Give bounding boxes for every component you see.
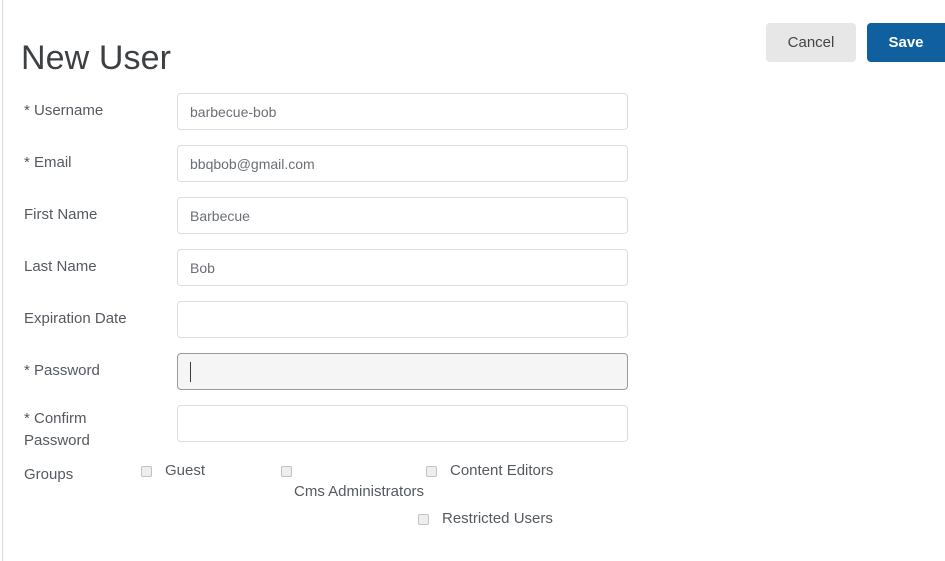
groups-label: Groups (24, 466, 74, 483)
form-row-email: * Email (0, 140, 945, 192)
group-label-restricted-users: Restricted Users (442, 510, 553, 527)
form-row-confirm-password: * Confirm Password (0, 400, 945, 452)
checkbox-restricted-users[interactable] (418, 514, 429, 525)
email-label: * Email (24, 154, 72, 171)
text-caret (190, 362, 191, 382)
username-label: * Username (24, 102, 104, 119)
form-row-username: * Username (0, 88, 945, 140)
cancel-button[interactable]: Cancel (766, 23, 856, 62)
groups-row: Groups Guest Cms Administrators Content … (0, 456, 945, 546)
checkbox-guest[interactable] (141, 466, 152, 477)
group-item-cms-administrators[interactable]: Cms Administrators (281, 456, 426, 504)
checkbox-content-editors[interactable] (426, 466, 437, 477)
form-row-expiration-date: Expiration Date (0, 296, 945, 348)
group-label-content-editors: Content Editors (450, 462, 554, 479)
group-item-guest[interactable]: Guest (141, 456, 281, 483)
email-input[interactable] (177, 145, 628, 182)
expiration-date-label: Expiration Date (24, 310, 127, 327)
action-bar: Cancel Save (766, 23, 945, 62)
new-user-form: * Username * Email First Name Last Name … (0, 88, 945, 546)
expiration-date-input[interactable] (177, 301, 628, 338)
first-name-label: First Name (24, 206, 98, 223)
group-item-content-editors[interactable]: Content Editors (426, 456, 571, 483)
last-name-input[interactable] (177, 249, 628, 286)
group-item-restricted-users[interactable]: Restricted Users (418, 504, 563, 531)
form-row-first-name: First Name (0, 192, 945, 244)
group-label-guest: Guest (165, 462, 206, 479)
groups-checkbox-list: Guest Cms Administrators Content Editors… (137, 456, 637, 531)
password-label: * Password (24, 362, 100, 379)
username-input[interactable] (177, 93, 628, 130)
page-title: New User (21, 38, 172, 77)
first-name-input[interactable] (177, 197, 628, 234)
form-row-last-name: Last Name (0, 244, 945, 296)
form-row-password: * Password (0, 348, 945, 400)
new-user-page: New User Cancel Save * Username * Email … (0, 0, 945, 561)
password-input[interactable] (177, 353, 628, 390)
confirm-password-label: * Confirm Password (24, 410, 90, 449)
group-label-cms-administrators: Cms Administrators (294, 483, 425, 500)
confirm-password-input[interactable] (177, 405, 628, 442)
save-button[interactable]: Save (867, 23, 945, 62)
checkbox-cms-administrators[interactable] (281, 466, 292, 477)
last-name-label: Last Name (24, 258, 97, 275)
